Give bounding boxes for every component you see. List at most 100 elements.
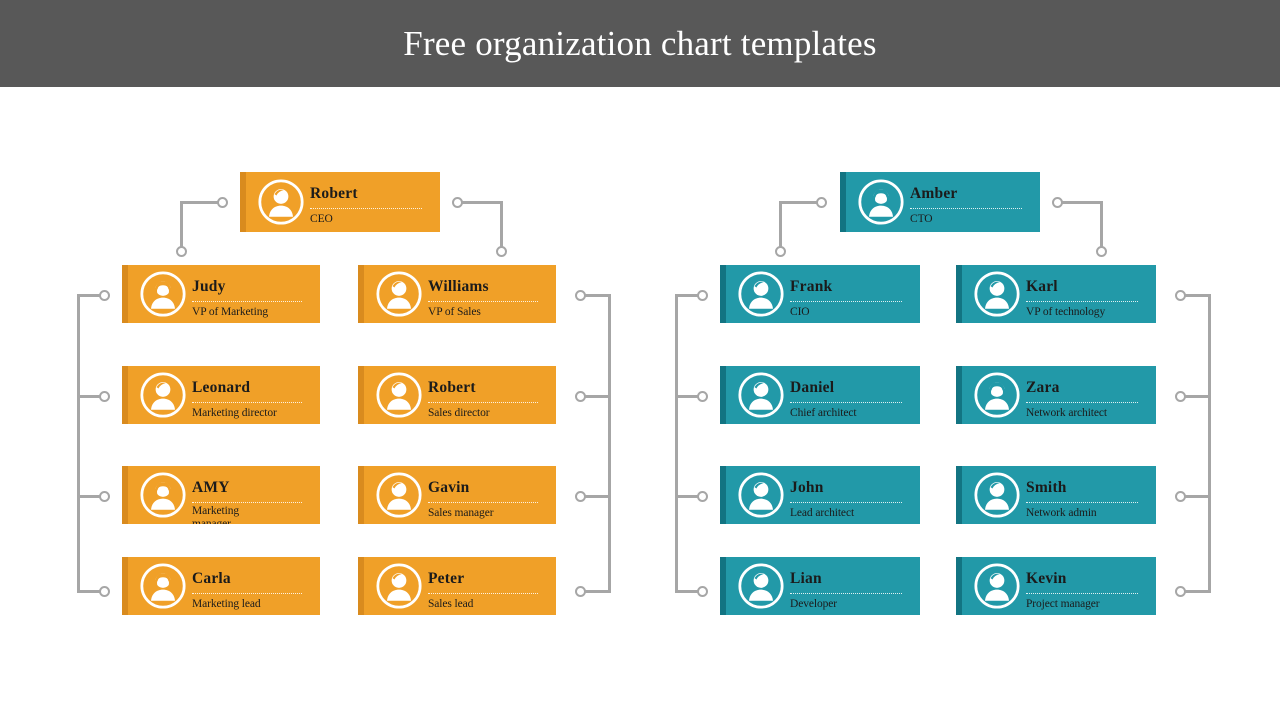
connector-dot-daniel-left — [697, 391, 708, 402]
connector-sales-branch-1 — [582, 294, 611, 297]
card-accent-bar — [358, 265, 364, 323]
connector-cto-right-vertical — [1100, 201, 1103, 251]
org-node-kevin[interactable]: Kevin Project manager — [956, 557, 1156, 615]
org-node-john[interactable]: John Lead architect — [720, 466, 920, 524]
org-node-smith[interactable]: Smith Network admin — [956, 466, 1156, 524]
avatar-male-icon — [738, 472, 784, 518]
connector-dot-karl-right — [1175, 290, 1186, 301]
avatar-male-icon — [140, 372, 186, 418]
org-node-name: Kevin — [1026, 570, 1067, 587]
org-node-role: CIO — [790, 306, 810, 318]
avatar-male-icon — [258, 179, 304, 225]
card-accent-bar — [122, 557, 128, 615]
header-bar: Free organization chart templates — [0, 0, 1280, 87]
org-node-text: Gavin Sales manager — [428, 466, 546, 524]
connector-ceo-right-horizontal — [457, 201, 503, 204]
divider — [790, 402, 902, 403]
avatar-female-icon — [140, 563, 186, 609]
connector-dot-ceo-left-card — [217, 197, 228, 208]
org-node-name: Peter — [428, 570, 465, 587]
avatar-male-icon — [738, 372, 784, 418]
connector-sales-branch-4 — [582, 590, 611, 593]
org-node-robert-ceo[interactable]: Robert CEO — [240, 172, 440, 232]
org-node-daniel[interactable]: Daniel Chief architect — [720, 366, 920, 424]
org-node-name: Gavin — [428, 479, 470, 496]
connector-dot-cto-right-card — [1052, 197, 1063, 208]
card-accent-bar — [720, 466, 726, 524]
avatar-female-icon — [140, 472, 186, 518]
divider — [192, 502, 302, 503]
org-node-name: Lian — [790, 570, 822, 587]
org-node-role: VP of technology — [1026, 306, 1106, 318]
divider — [1026, 402, 1138, 403]
org-node-role: CEO — [310, 213, 333, 225]
org-node-amber-cto[interactable]: Amber CTO — [840, 172, 1040, 232]
org-node-name: Robert — [428, 379, 476, 396]
avatar-female-icon — [140, 271, 186, 317]
org-node-carla[interactable]: Carla Marketing lead — [122, 557, 320, 615]
avatar-male-icon — [376, 271, 422, 317]
page-title: Free organization chart templates — [403, 24, 877, 63]
avatar-female-icon — [858, 179, 904, 225]
org-node-text: Leonard Marketing director — [192, 366, 310, 424]
connector-cto-right-horizontal — [1057, 201, 1103, 204]
org-node-role: Marketing lead — [192, 598, 261, 610]
card-accent-bar — [840, 172, 846, 232]
org-node-text: Karl VP of technology — [1026, 265, 1146, 323]
org-node-role: Marketing manager — [192, 505, 240, 524]
connector-ceo-left-vertical — [180, 201, 183, 251]
org-node-robert-sales[interactable]: Robert Sales director — [358, 366, 556, 424]
divider — [790, 502, 902, 503]
org-node-lian[interactable]: Lian Developer — [720, 557, 920, 615]
connector-information-spine — [675, 294, 678, 590]
org-node-text: Judy VP of Marketing — [192, 265, 310, 323]
org-node-name: Leonard — [192, 379, 251, 396]
connector-dot-cto-left-card — [816, 197, 827, 208]
org-node-name: AMY — [192, 479, 230, 496]
connector-marketing-spine — [77, 294, 80, 590]
avatar-male-icon — [738, 563, 784, 609]
org-node-role: Network architect — [1026, 407, 1107, 419]
card-accent-bar — [720, 265, 726, 323]
divider — [790, 301, 902, 302]
card-accent-bar — [720, 366, 726, 424]
org-node-role: Sales director — [428, 407, 490, 419]
divider — [910, 208, 1022, 209]
org-node-role: Project manager — [1026, 598, 1100, 610]
divider — [428, 402, 538, 403]
connector-technology-spine — [1208, 294, 1211, 590]
org-node-zara[interactable]: Zara Network architect — [956, 366, 1156, 424]
org-node-name: Robert — [310, 185, 358, 202]
org-node-text: Frank CIO — [790, 265, 910, 323]
org-node-text: Carla Marketing lead — [192, 557, 310, 615]
card-accent-bar — [956, 265, 962, 323]
org-node-role: Developer — [790, 598, 837, 610]
connector-dot-frank-top — [775, 246, 786, 257]
org-node-role: Chief architect — [790, 407, 857, 419]
connector-dot-williams-right — [575, 290, 586, 301]
divider — [310, 208, 422, 209]
avatar-male-icon — [376, 563, 422, 609]
avatar-male-icon — [974, 271, 1020, 317]
org-node-role: Sales manager — [428, 507, 494, 519]
org-node-frank[interactable]: Frank CIO — [720, 265, 920, 323]
card-accent-bar — [956, 557, 962, 615]
connector-dot-williams-top — [496, 246, 507, 257]
org-node-williams[interactable]: Williams VP of Sales — [358, 265, 556, 323]
connector-dot-judy-top — [176, 246, 187, 257]
org-node-text: Daniel Chief architect — [790, 366, 910, 424]
org-node-gavin[interactable]: Gavin Sales manager — [358, 466, 556, 524]
org-node-role: Network admin — [1026, 507, 1097, 519]
org-node-amy[interactable]: AMY Marketing manager — [122, 466, 320, 524]
org-node-peter[interactable]: Peter Sales lead — [358, 557, 556, 615]
org-node-judy[interactable]: Judy VP of Marketing — [122, 265, 320, 323]
org-node-name: Amber — [910, 185, 958, 202]
org-node-leonard[interactable]: Leonard Marketing director — [122, 366, 320, 424]
connector-dot-ceo-right-card — [452, 197, 463, 208]
connector-technology-branch-2 — [1182, 395, 1211, 398]
connector-dot-amy-left — [99, 491, 110, 502]
org-node-karl[interactable]: Karl VP of technology — [956, 265, 1156, 323]
connector-dot-lian-left — [697, 586, 708, 597]
avatar-female-icon — [974, 372, 1020, 418]
org-node-name: Karl — [1026, 278, 1058, 295]
